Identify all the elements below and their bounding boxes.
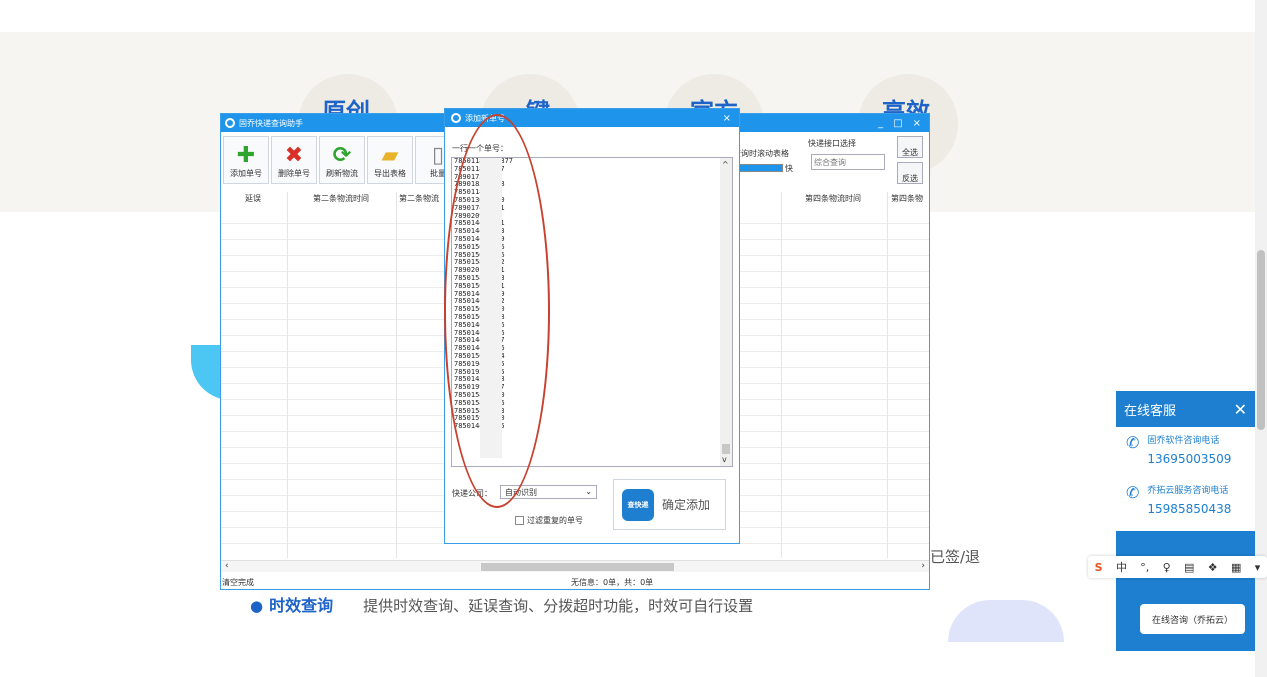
toolbar-label: 删除单号 bbox=[278, 169, 310, 178]
ime-toolbar: S 中 °, ♀ ▤ ❖ ▦ ▾ bbox=[1088, 556, 1267, 578]
toolbar-label: 刷新物流 bbox=[326, 169, 358, 178]
dialog-close-button[interactable]: × bbox=[723, 113, 739, 124]
scroll-label: 查询时滚动表格 bbox=[733, 149, 789, 158]
vertical-scrollbar[interactable]: ^ v bbox=[720, 158, 732, 466]
speed-label: 快 bbox=[785, 164, 793, 173]
checkbox-label: 过滤重复的单号 bbox=[527, 516, 583, 525]
chat-panel: 在线客服 ✕ ✆ 固乔软件咨询电话 13695003509 ✆ 乔拓云服务咨询电话… bbox=[1116, 391, 1255, 651]
window-title: 固乔快递查询助手 bbox=[239, 118, 303, 128]
chat-contacts: ✆ 固乔软件咨询电话 13695003509 ✆ 乔拓云服务咨询电话 1598585… bbox=[1116, 427, 1255, 531]
toolbar: ✚ 添加单号 ✖ 删除单号 ⟳ 刷新物流 ▰ 导出表格 ▯ 批量 bbox=[223, 136, 461, 184]
folder-icon: ▰ bbox=[381, 143, 399, 168]
contact-item[interactable]: ✆ 乔拓云服务咨询电话 15985850438 bbox=[1126, 483, 1231, 516]
scroll-up-icon[interactable]: ^ bbox=[722, 160, 729, 169]
status-left: 清空完成 bbox=[222, 578, 254, 587]
decor-shape bbox=[948, 600, 1064, 642]
column-header[interactable]: 第四条物 bbox=[891, 193, 923, 204]
scroll-down-icon[interactable]: v bbox=[722, 455, 727, 464]
chevron-down-icon: ⌄ bbox=[585, 487, 592, 496]
online-consult-button[interactable]: 在线咨询（乔拓云） bbox=[1140, 604, 1245, 634]
minimize-button[interactable]: _ bbox=[878, 118, 883, 129]
interface-select[interactable]: 综合查询 bbox=[811, 154, 885, 170]
confirm-add-label: 确定添加 bbox=[662, 498, 711, 512]
microphone-icon[interactable]: ♀ bbox=[1163, 561, 1171, 574]
confirm-add-button[interactable]: 查快递 确定添加 bbox=[613, 479, 726, 530]
toolbox-icon[interactable]: ▦ bbox=[1231, 561, 1241, 574]
refresh-icon: ⟳ bbox=[332, 143, 352, 168]
filter-duplicate-checkbox[interactable]: 过滤重复的单号 bbox=[515, 515, 583, 526]
column-header[interactable]: 第四条物流时间 bbox=[805, 193, 861, 204]
contact-phone: 13695003509 bbox=[1147, 452, 1232, 466]
checkbox-box[interactable] bbox=[515, 516, 524, 525]
toolbar-label: 导出表格 bbox=[374, 169, 406, 178]
ime-mode-toggle[interactable]: 中 bbox=[1116, 559, 1127, 575]
signed-text: 已签/退 bbox=[930, 548, 981, 566]
refresh-button[interactable]: ⟳ 刷新物流 bbox=[319, 136, 365, 184]
delete-number-button[interactable]: ✖ 删除单号 bbox=[271, 136, 317, 184]
scroll-left-icon[interactable]: ‹ bbox=[225, 561, 229, 571]
scroll-thumb[interactable] bbox=[1257, 250, 1265, 430]
search-express-icon: 查快递 bbox=[622, 488, 654, 521]
contact-name: 乔拓云服务咨询电话 bbox=[1147, 486, 1229, 496]
grid-divider bbox=[396, 192, 397, 558]
plus-icon: ✚ bbox=[236, 143, 256, 168]
ime-logo-icon: S bbox=[1094, 560, 1103, 574]
chat-title: 在线客服 bbox=[1124, 403, 1177, 419]
speed-slider[interactable] bbox=[733, 164, 783, 172]
toolbar-label: 添加单号 bbox=[230, 169, 262, 178]
horizontal-scrollbar[interactable]: ‹ › bbox=[221, 560, 929, 572]
column-header[interactable]: 第二条物流 bbox=[399, 193, 439, 204]
add-number-button[interactable]: ✚ 添加单号 bbox=[223, 136, 269, 184]
app-icon bbox=[451, 113, 461, 123]
delete-icon: ✖ bbox=[284, 143, 304, 168]
feature-bullet: ● 时效查询 提供时效查询、延误查询、分拨超时功能，时效可自行设置 bbox=[250, 596, 754, 615]
contact-phone: 15985850438 bbox=[1147, 502, 1232, 516]
maximize-button[interactable]: □ bbox=[893, 118, 902, 129]
invert-button[interactable]: 反选 bbox=[897, 162, 923, 184]
bullet-desc: 提供时效查询、延误查询、分拨超时功能，时效可自行设置 bbox=[363, 597, 754, 615]
chat-header: 在线客服 ✕ bbox=[1116, 391, 1255, 427]
bullet-title: 时效查询 bbox=[269, 596, 334, 615]
punctuation-icon[interactable]: °, bbox=[1140, 561, 1149, 574]
close-button[interactable]: × bbox=[913, 118, 921, 129]
export-button[interactable]: ▰ 导出表格 bbox=[367, 136, 413, 184]
batch-icon: ▯ bbox=[431, 143, 445, 168]
select-all-button[interactable]: 全选 bbox=[897, 136, 923, 158]
phone-icon: ✆ bbox=[1126, 433, 1140, 452]
chat-close-button[interactable]: ✕ bbox=[1234, 400, 1247, 419]
grid-divider bbox=[887, 192, 888, 558]
status-bar: 清空完成 无信息：0单，共：0单 bbox=[221, 576, 929, 589]
grid-divider bbox=[287, 192, 288, 558]
scroll-right-icon[interactable]: › bbox=[921, 561, 925, 571]
contact-item[interactable]: ✆ 固乔软件咨询电话 13695003509 bbox=[1126, 433, 1231, 466]
keyboard-icon[interactable]: ▤ bbox=[1184, 561, 1194, 574]
contact-name: 固乔软件咨询电话 bbox=[1147, 436, 1220, 446]
status-center: 无信息：0单，共：0单 bbox=[571, 578, 654, 587]
scroll-thumb[interactable] bbox=[722, 444, 730, 454]
interface-label: 快递接口选择 bbox=[808, 139, 856, 148]
annotation-ellipse bbox=[444, 114, 550, 508]
skin-icon[interactable]: ❖ bbox=[1208, 561, 1218, 574]
app-icon bbox=[225, 118, 235, 128]
column-header[interactable]: 第二条物流时间 bbox=[313, 193, 369, 204]
ime-settings-icon[interactable]: ▾ bbox=[1255, 561, 1261, 574]
phone-icon: ✆ bbox=[1126, 483, 1140, 502]
column-header[interactable]: 延误 bbox=[245, 193, 261, 204]
grid-divider bbox=[781, 192, 782, 558]
scroll-thumb[interactable] bbox=[481, 563, 674, 571]
